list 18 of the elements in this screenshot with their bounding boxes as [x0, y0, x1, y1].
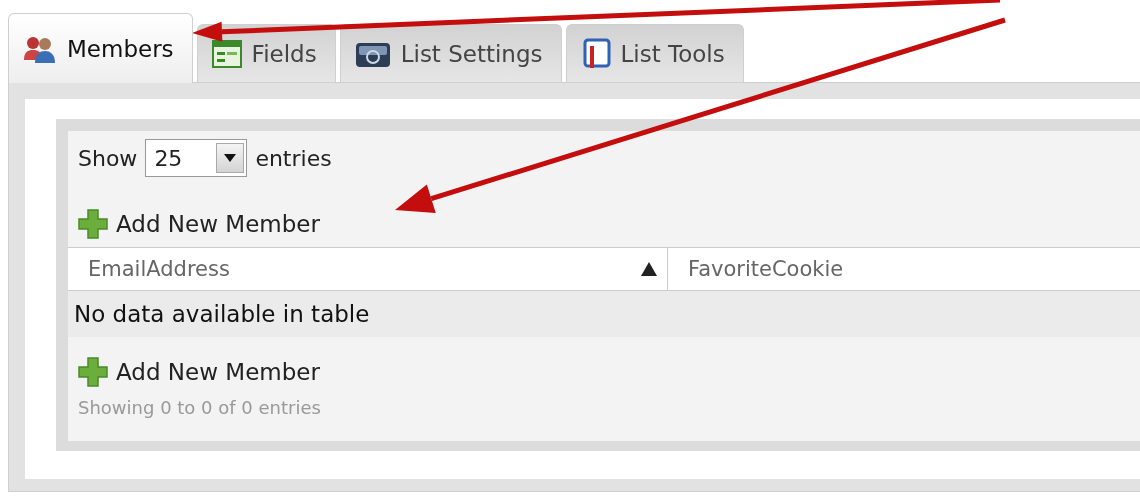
- add-member-link[interactable]: Add New Member: [78, 357, 320, 387]
- empty-message: No data available in table: [68, 291, 1140, 337]
- tab[interactable]: List Settings: [339, 24, 562, 82]
- table-info: Showing 0 to 0 of 0 entries: [77, 396, 322, 418]
- tab[interactable]: List Tools: [565, 24, 744, 82]
- entries-select[interactable]: 25: [145, 139, 248, 177]
- form-icon: [211, 39, 242, 68]
- sort-icon: [641, 262, 657, 276]
- add-member-link[interactable]: Add New Member: [78, 209, 320, 239]
- plus-icon: [78, 209, 108, 239]
- caret-icon: [224, 154, 237, 162]
- tab[interactable]: Fields: [196, 24, 336, 82]
- entries-label: entries: [255, 145, 332, 171]
- column-header[interactable]: FavoriteCookie: [668, 248, 1140, 290]
- plus-icon: [78, 357, 108, 387]
- show-label: Show: [78, 145, 138, 171]
- tab[interactable]: Members: [8, 13, 193, 83]
- column-header[interactable]: EmailAddress: [68, 248, 668, 290]
